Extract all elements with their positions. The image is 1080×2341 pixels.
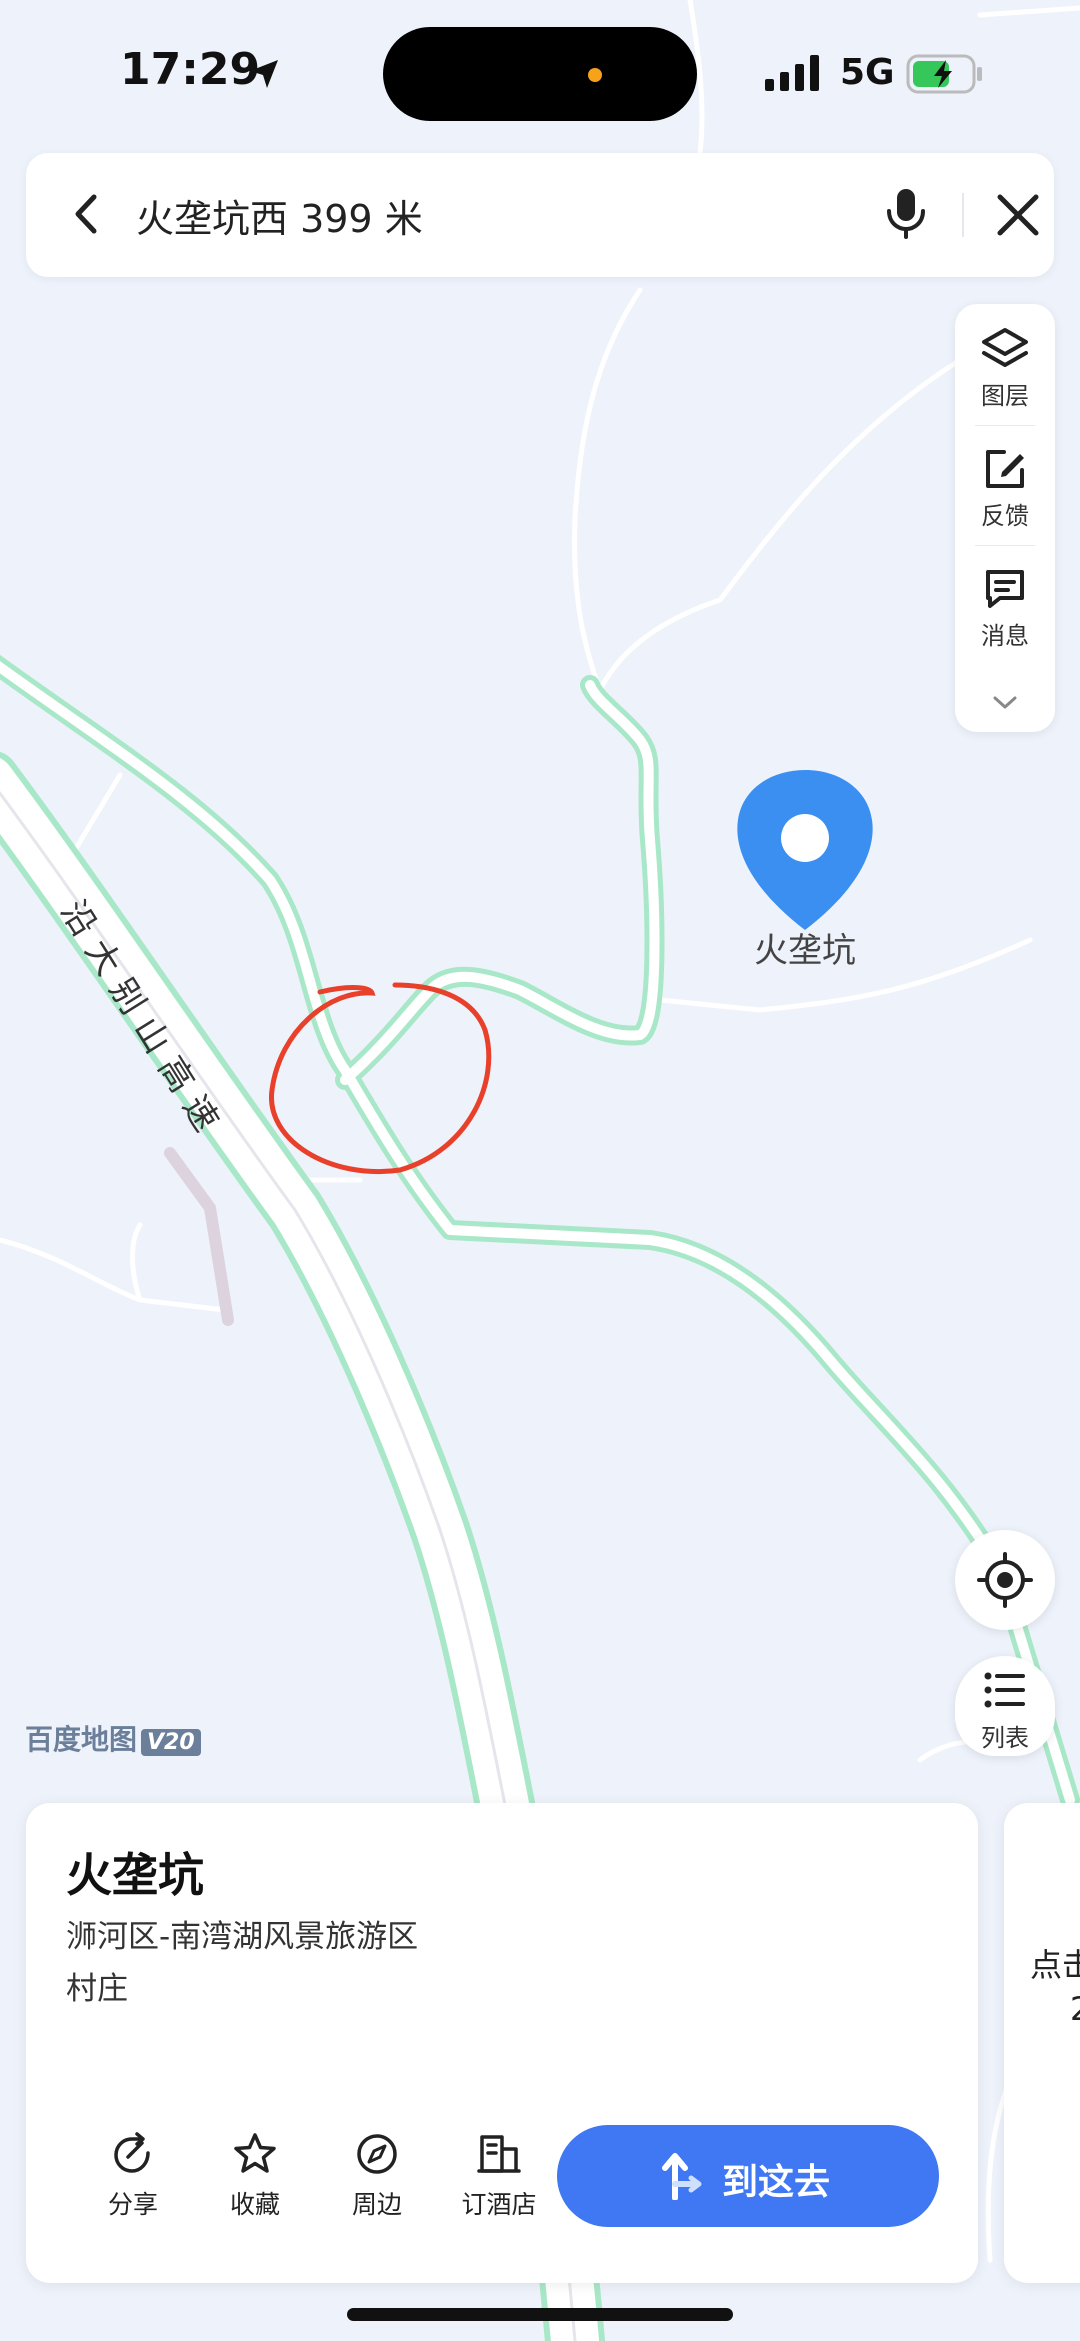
microphone-icon[interactable] [876, 183, 936, 243]
map-brand-logo: 百度地图 V20 [25, 1718, 201, 1758]
go-here-button[interactable]: 到这去 [557, 2125, 939, 2227]
action-label: 订酒店 [461, 2190, 537, 2219]
book-hotel-button[interactable]: 订酒店 [444, 2131, 554, 2221]
status-bar: 17:29 5G [0, 0, 1080, 150]
chevron-down-icon[interactable] [991, 694, 1019, 712]
divider [962, 193, 964, 237]
home-indicator[interactable] [347, 2308, 733, 2321]
action-label: 收藏 [229, 2190, 280, 2219]
hotel-icon [477, 2135, 521, 2173]
place-type: 村庄 [66, 1971, 128, 2007]
tool-label: 反馈 [981, 502, 1029, 530]
signal-icon [765, 55, 819, 91]
map-tools-panel: 图层 反馈 消息 [955, 304, 1055, 732]
place-address: 浉河区-南湾湖风景旅游区 [66, 1919, 419, 1955]
close-icon[interactable] [990, 187, 1046, 243]
list-button[interactable]: 列表 [955, 1656, 1055, 1756]
divider [975, 425, 1035, 426]
edit-icon [986, 450, 1024, 488]
brand-version: V20 [141, 1729, 201, 1756]
list-label: 列表 [981, 1724, 1029, 1752]
place-name: 火垄坑 [66, 1848, 204, 1902]
next-card[interactable]: 点击 2 [1004, 1803, 1080, 2283]
place-card[interactable]: 火垄坑 浉河区-南湾湖风景旅游区 村庄 分享 收藏 周边 订酒店 到这去 [26, 1803, 978, 2283]
tool-label: 消息 [981, 622, 1029, 650]
tool-layers[interactable]: 图层 [955, 326, 1055, 411]
network-type: 5G [840, 52, 895, 93]
go-here-label: 到这去 [722, 2162, 831, 2203]
compass-icon [357, 2134, 397, 2174]
next-card-text: 点击 [1030, 1946, 1080, 1984]
battery-icon [906, 54, 982, 94]
tool-label: 图层 [981, 382, 1029, 410]
next-card-number: 2 [1030, 1987, 1080, 2031]
dynamic-island [383, 27, 697, 121]
pin-label: 火垄坑 [754, 931, 856, 971]
crosshair-icon [977, 1552, 1033, 1608]
tool-feedback[interactable]: 反馈 [955, 446, 1055, 531]
location-arrow-icon [250, 60, 278, 88]
clock: 17:29 [120, 44, 261, 95]
action-label: 周边 [351, 2190, 402, 2219]
tool-messages[interactable]: 消息 [955, 566, 1055, 651]
message-icon [986, 570, 1024, 608]
brand-name: 百度地图 [25, 1723, 138, 1756]
nearby-button[interactable]: 周边 [322, 2131, 432, 2221]
share-button[interactable]: 分享 [78, 2131, 188, 2221]
share-icon [114, 2132, 150, 2173]
layers-icon [982, 328, 1028, 367]
back-arrow-icon[interactable] [62, 189, 112, 239]
favorite-button[interactable]: 收藏 [200, 2131, 310, 2221]
locate-button[interactable] [955, 1530, 1055, 1630]
search-query[interactable]: 火垄坑西 399 米 [136, 188, 423, 243]
star-icon [234, 2133, 276, 2173]
search-bar: 火垄坑西 399 米 [26, 153, 1054, 277]
action-label: 分享 [107, 2190, 158, 2219]
divider [975, 545, 1035, 546]
recording-dot-icon [588, 68, 602, 82]
route-arrow-icon [662, 2153, 702, 2200]
list-icon [984, 1672, 1025, 1708]
